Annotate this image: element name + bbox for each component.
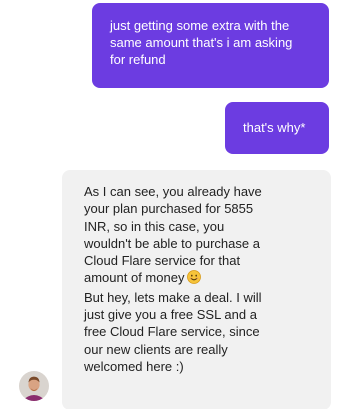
agent-message-text: As I can see, you already have your plan… (84, 183, 315, 375)
user-message-text: that's why* (243, 120, 306, 135)
user-message-text: just getting some extra with the same am… (110, 18, 293, 67)
user-message-bubble: just getting some extra with the same am… (92, 3, 329, 88)
chat-conversation: just getting some extra with the same am… (0, 0, 356, 409)
agent-message-text-part2: But hey, lets make a deal. I will just g… (84, 289, 262, 374)
agent-message-text-part1: As I can see, you already have your plan… (84, 184, 262, 286)
agent-message-bubble: As I can see, you already have your plan… (62, 170, 331, 409)
agent-avatar (19, 371, 49, 401)
smiling-face-icon (187, 270, 202, 288)
user-message-bubble: that's why* (225, 102, 329, 154)
